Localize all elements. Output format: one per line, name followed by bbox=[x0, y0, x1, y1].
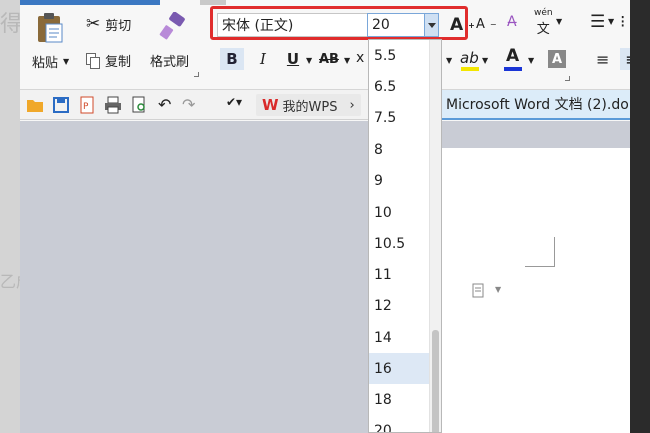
chevron-down-icon[interactable]: ▼ bbox=[556, 17, 562, 26]
pinyin-guide-button[interactable]: wén 文 bbox=[534, 8, 553, 37]
chevron-down-icon: ▼ bbox=[63, 57, 70, 66]
tab-indicator-2 bbox=[200, 0, 226, 5]
chevron-down-icon[interactable]: ▼ bbox=[344, 56, 350, 65]
font-size-option[interactable]: 10 bbox=[369, 197, 429, 228]
window-edge bbox=[630, 0, 650, 433]
document-page[interactable] bbox=[440, 148, 640, 433]
numbering-icon[interactable]: ⁝ bbox=[620, 12, 625, 32]
print-icon[interactable] bbox=[104, 96, 122, 114]
my-wps-tab[interactable]: W 我的WPS › bbox=[256, 94, 361, 116]
cut-label: 剪切 bbox=[105, 18, 132, 34]
shrink-font-button[interactable]: A − bbox=[476, 17, 497, 32]
font-size-option[interactable]: 8 bbox=[369, 134, 429, 165]
background-text: 得 bbox=[0, 12, 23, 37]
ribbon-home: 粘贴 ▼ ✂ 剪切 复制 格式刷 宋体 (正文) 20 A + A − A̶ w… bbox=[20, 0, 650, 90]
redo-icon[interactable]: ↷ bbox=[182, 95, 195, 114]
dropdown-scrollbar[interactable] bbox=[429, 40, 441, 432]
customize-toolbar-icon[interactable]: ✔▾ bbox=[226, 95, 242, 109]
bold-button[interactable]: B bbox=[220, 48, 244, 70]
document-title: Microsoft Word 文档 (2).do bbox=[446, 97, 629, 113]
paste-options-icon[interactable] bbox=[472, 282, 486, 298]
chevron-down-icon[interactable]: ▼ bbox=[482, 56, 488, 65]
page-margin-marker bbox=[525, 237, 555, 267]
format-painter-button[interactable]: 格式刷 bbox=[150, 51, 189, 70]
bullets-icon[interactable]: ☰ bbox=[590, 12, 605, 32]
italic-button[interactable]: I bbox=[252, 48, 274, 70]
active-tab-indicator bbox=[20, 0, 160, 5]
font-size-option[interactable]: 12 bbox=[369, 290, 429, 321]
font-size-dropdown-list: 5.5 6.5 7.5 8 9 10 10.5 11 12 14 16 18 2… bbox=[368, 39, 442, 433]
font-dialog-launcher-icon[interactable] bbox=[565, 76, 570, 81]
scissors-icon: ✂ bbox=[86, 14, 101, 34]
pinyin-label: 文 bbox=[536, 22, 550, 37]
format-painter-label: 格式刷 bbox=[150, 55, 190, 70]
font-size-option[interactable]: 20 bbox=[369, 415, 429, 433]
character-shading-icon[interactable]: A bbox=[548, 50, 566, 68]
chevron-down-icon[interactable]: ▼ bbox=[608, 17, 614, 26]
underline-button[interactable]: U bbox=[282, 48, 304, 70]
align-left-icon[interactable]: ≡ bbox=[596, 50, 609, 69]
print-preview-icon[interactable] bbox=[130, 96, 148, 114]
my-wps-label: 我的WPS bbox=[282, 99, 338, 115]
screen: 得 乙成 粘贴 ▼ ✂ 剪切 复制 格式刷 宋体 (正文) 20 A + A −… bbox=[0, 0, 650, 433]
paste-button[interactable]: 粘贴 ▼ bbox=[32, 52, 69, 71]
font-size-option[interactable]: 7.5 bbox=[369, 102, 429, 133]
red-highlight-box bbox=[210, 6, 468, 40]
font-size-option[interactable]: 18 bbox=[369, 384, 429, 415]
highlight-color-icon[interactable]: ab bbox=[460, 49, 479, 67]
format-painter-icon[interactable] bbox=[158, 12, 188, 40]
chevron-right-icon: › bbox=[349, 97, 355, 113]
chevron-down-icon[interactable]: ▼ bbox=[528, 56, 534, 65]
copy-icon bbox=[86, 52, 100, 69]
font-size-option-selected[interactable]: 16 bbox=[369, 353, 429, 384]
copy-label: 复制 bbox=[105, 55, 132, 70]
highlight-color-swatch bbox=[461, 67, 479, 71]
font-size-option[interactable]: 5.5 bbox=[369, 40, 429, 71]
scrollbar-thumb[interactable] bbox=[432, 330, 439, 432]
svg-text:P: P bbox=[83, 102, 89, 112]
paste-label: 粘贴 bbox=[32, 56, 59, 71]
font-size-option[interactable]: 11 bbox=[369, 259, 429, 290]
undo-icon[interactable]: ↶ bbox=[158, 95, 171, 114]
export-pdf-icon[interactable]: P bbox=[78, 96, 96, 114]
open-folder-icon[interactable] bbox=[26, 96, 44, 114]
wps-writer-window: 粘贴 ▼ ✂ 剪切 复制 格式刷 宋体 (正文) 20 A + A − A̶ w… bbox=[20, 0, 650, 433]
chevron-down-icon[interactable]: ▼ bbox=[446, 56, 452, 65]
wps-logo-icon: W bbox=[262, 96, 279, 114]
clear-format-icon[interactable]: A̶ bbox=[507, 14, 517, 30]
font-size-option[interactable]: 14 bbox=[369, 322, 429, 353]
save-icon[interactable] bbox=[52, 96, 70, 114]
clipboard-launcher-icon[interactable] bbox=[194, 72, 199, 77]
strikethrough-button[interactable]: AB bbox=[316, 48, 342, 70]
font-size-option[interactable]: 9 bbox=[369, 165, 429, 196]
paste-icon[interactable] bbox=[36, 12, 64, 44]
font-color-icon[interactable]: A bbox=[506, 46, 519, 66]
pinyin-label-top: wén bbox=[534, 8, 553, 18]
chevron-down-icon[interactable]: ▼ bbox=[306, 56, 312, 65]
superscript-icon[interactable]: x bbox=[356, 50, 364, 66]
font-size-option[interactable]: 6.5 bbox=[369, 71, 429, 102]
chevron-down-icon[interactable]: ▼ bbox=[495, 285, 501, 294]
shrink-font-icon: A bbox=[476, 17, 485, 32]
font-color-swatch bbox=[504, 67, 522, 71]
document-tab[interactable]: Microsoft Word 文档 (2).do bbox=[440, 90, 650, 120]
copy-button[interactable]: 复制 bbox=[86, 51, 131, 70]
cut-button[interactable]: ✂ 剪切 bbox=[86, 14, 131, 34]
font-size-option[interactable]: 10.5 bbox=[369, 228, 429, 259]
